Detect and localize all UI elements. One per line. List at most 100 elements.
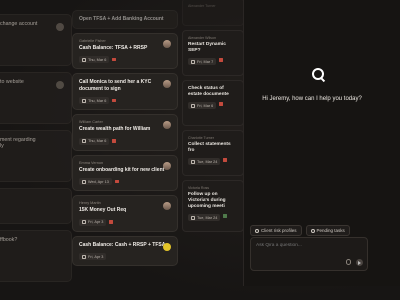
priority-flag-icon — [114, 179, 119, 184]
client-name: Henry Martin — [79, 201, 101, 205]
avatar — [56, 23, 64, 31]
chip-label: Client risk profiles — [261, 228, 297, 233]
client-name: Alexander Wilson — [188, 36, 216, 40]
due-date-text: Fri, Apr 3 — [88, 220, 104, 224]
left-column: change account to website ment regarding… — [0, 14, 72, 288]
calendar-icon — [191, 59, 195, 64]
calendar-icon — [191, 215, 195, 220]
due-date-text: Thu, Mar 6 — [88, 98, 107, 103]
task-card[interactable]: Henry Martin 15K Money Out Req Fri, Apr … — [72, 195, 178, 232]
task-title: change account — [0, 21, 38, 27]
assistant-greeting: Hi Jeremy, how can I help you today? — [262, 96, 362, 102]
qira-logo-icon — [312, 68, 324, 80]
due-date-text: Tue, Mar 24 — [197, 215, 218, 220]
task-title: Call Monica to send her a KYC document t… — [79, 79, 152, 92]
task-title: Create onboarding kit for new client — [79, 166, 165, 173]
calendar-icon — [191, 103, 195, 108]
calendar-icon — [191, 159, 195, 164]
due-date-text: Thu, Mar 6 — [88, 139, 107, 143]
task-card[interactable] — [0, 188, 72, 224]
client-name: Emma Vernon — [79, 160, 104, 165]
task-card[interactable]: Check status of estate documente Fri, Ma… — [182, 80, 244, 126]
middle-column: Open TFSA + Add Banking Account Gabriell… — [72, 10, 178, 270]
task-title: Follow up on Victoria's during upcoming … — [188, 192, 226, 209]
screen: change account to website ment regarding… — [0, 0, 400, 300]
due-date-text: Wed, Apr 13 — [88, 179, 109, 184]
task-card[interactable]: William Carter Create wealth path for Wi… — [72, 114, 178, 151]
due-date: Thu, Mar 6 — [79, 97, 110, 104]
task-card[interactable]: Victoria Ross Follow up on Victoria's du… — [182, 180, 244, 232]
task-title: 15K Money Out Req — [79, 207, 127, 213]
due-date-text: Fri, Mar 7 — [197, 59, 214, 64]
due-date: Fri, Apr 3 — [79, 218, 107, 226]
avatar — [163, 161, 171, 170]
due-date-text: Fri, Apr 3 — [88, 254, 104, 259]
priority-flag-icon — [219, 58, 224, 62]
priority-flag-icon — [109, 220, 114, 224]
calendar-icon — [82, 57, 86, 62]
client-name: Victoria Ross — [188, 186, 210, 190]
task-title: Create wealth path for William — [79, 126, 151, 132]
task-card[interactable]: Emma Vernon Create onboarding kit for ne… — [72, 154, 178, 191]
calendar-icon — [82, 220, 86, 224]
task-card[interactable]: Gabrielle Fisher Cash Balance: TFSA + RR… — [72, 32, 178, 69]
chip-label: Pending tasks — [316, 228, 345, 233]
due-date: Thu, Mar 6 — [79, 137, 110, 145]
avatar — [163, 80, 171, 88]
priority-flag-icon — [112, 98, 117, 103]
task-title: Cash Balance: Cash + RRSP + TFSA — [79, 241, 166, 248]
task-card[interactable]: Alexander Wilson Restart Dynamic SEP? Fr… — [182, 30, 244, 76]
priority-flag-icon — [112, 139, 117, 143]
priority-flag-icon — [223, 158, 228, 162]
sparkle-icon — [255, 228, 259, 233]
due-date: Wed, Apr 13 — [79, 178, 112, 185]
task-card[interactable]: Call Monica to send her a KYC document t… — [72, 73, 178, 110]
due-date-text: Tue, Mar 24 — [197, 159, 218, 164]
suggestion-chips: Client risk profiles Pending tasks — [250, 225, 350, 236]
attachment-icon[interactable] — [346, 259, 351, 265]
priority-flag-icon — [223, 214, 228, 218]
assistant-panel: Hi Jeremy, how can I help you today? Cli… — [243, 0, 400, 286]
task-card[interactable]: change account — [0, 14, 72, 66]
due-date: Thu, Mar 6 — [79, 56, 110, 63]
client-name: William Carter — [79, 120, 103, 124]
calendar-icon — [82, 139, 86, 143]
sparkle-icon — [310, 228, 315, 233]
task-title: ffbook? — [0, 237, 18, 243]
client-name: Alexander Turner — [188, 4, 216, 8]
send-button[interactable] — [356, 259, 363, 266]
due-date-text: Fri, Mar 6 — [197, 103, 214, 108]
task-title: Collect statements fro — [188, 142, 231, 153]
task-title: Check status of estate documente — [188, 86, 229, 97]
due-date: Tue, Mar 24 — [188, 214, 221, 221]
due-date: Fri, Mar 6 — [188, 102, 217, 109]
client-name: Charlotte Turner — [188, 136, 214, 140]
task-card[interactable]: ffbook? — [0, 230, 72, 282]
task-card[interactable]: ment regarding ly — [0, 130, 72, 182]
task-card[interactable]: Cash Balance: Cash + RRSP + TFSA Fri, Ap… — [72, 235, 178, 266]
suggestion-chip[interactable]: Pending tasks — [305, 225, 350, 236]
task-card[interactable]: to website — [0, 72, 72, 124]
due-date-text: Thu, Mar 6 — [88, 57, 107, 62]
avatar — [163, 39, 171, 48]
avatar — [56, 81, 64, 89]
priority-flag-icon — [219, 102, 224, 106]
task-title: Open TFSA + Add Banking Account — [79, 16, 164, 22]
chat-input-box — [250, 237, 368, 271]
task-title: Restart Dynamic SEP? — [188, 42, 226, 53]
chat-input[interactable] — [256, 243, 356, 248]
avatar — [163, 121, 171, 129]
task-title: ment regarding — [0, 137, 36, 143]
task-card[interactable]: Charlotte Turner Collect statements fro … — [182, 130, 244, 176]
avatar — [163, 242, 171, 251]
calendar-icon — [82, 98, 86, 103]
due-date: Fri, Mar 7 — [188, 58, 217, 65]
task-title: to website — [0, 79, 24, 85]
due-date: Fri, Apr 3 — [79, 253, 107, 260]
task-card[interactable]: Open TFSA + Add Banking Account — [72, 10, 178, 29]
right-column: Alexander Turner Alexander Wilson Restar… — [182, 0, 244, 236]
task-card[interactable]: Alexander Turner — [182, 0, 244, 26]
task-title: Cash Balance: TFSA + RRSP — [79, 44, 148, 51]
suggestion-chip[interactable]: Client risk profiles — [250, 225, 302, 236]
priority-flag-icon — [112, 57, 117, 62]
